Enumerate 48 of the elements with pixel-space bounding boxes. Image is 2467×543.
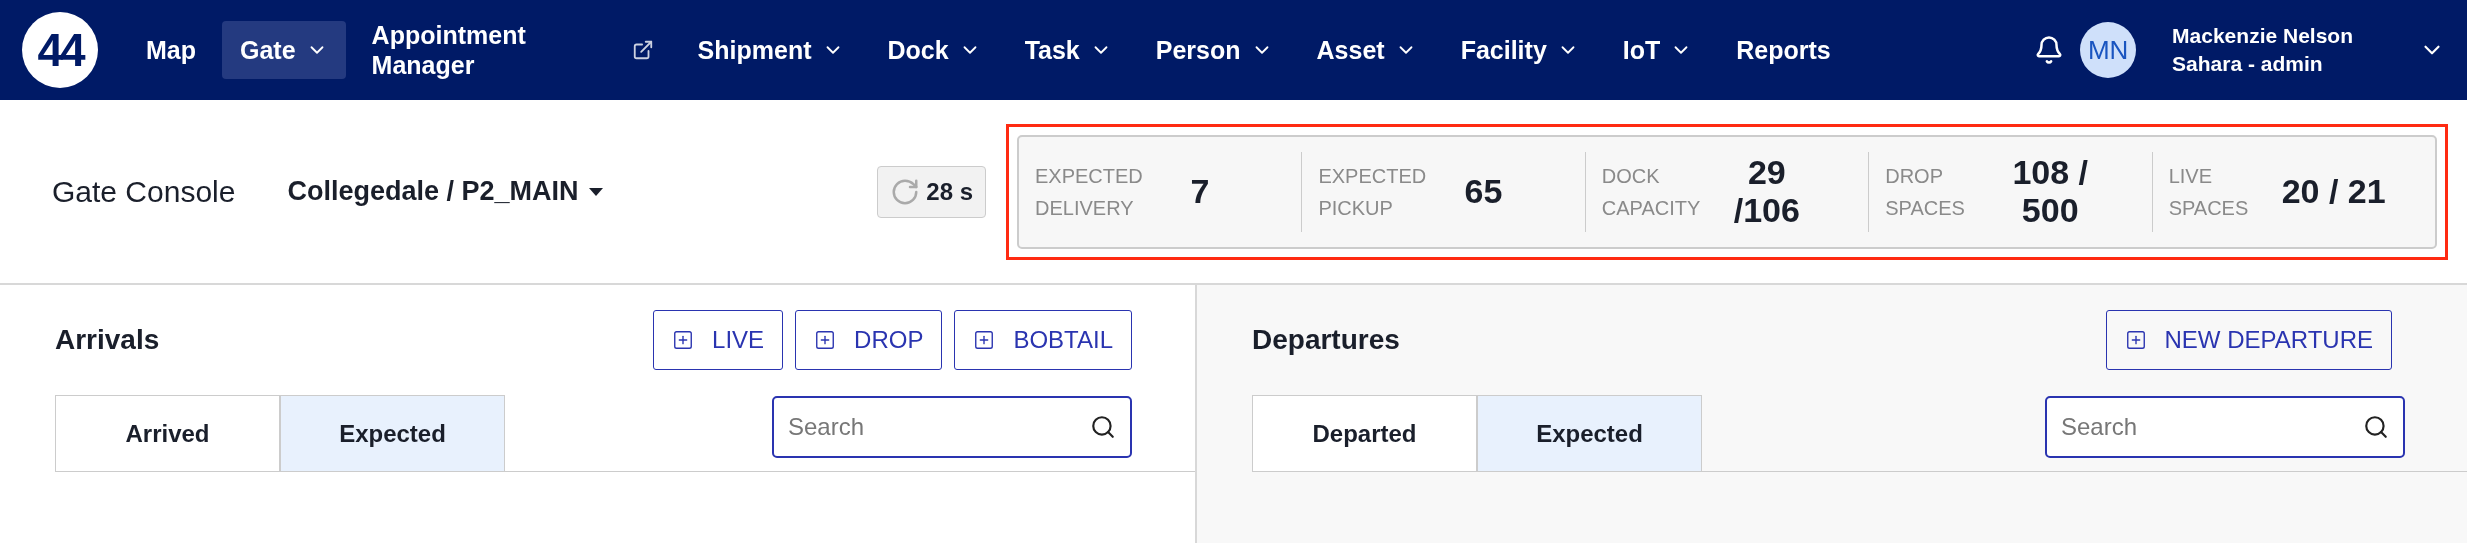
nav-item[interactable]: Gate [222, 21, 346, 79]
tab[interactable]: Expected [1477, 395, 1702, 471]
nav-item[interactable]: Facility [1442, 21, 1597, 79]
logo[interactable]: 44 [22, 12, 98, 88]
tab[interactable]: Expected [280, 395, 505, 471]
plus-icon [672, 329, 695, 351]
stat-value: 108 / 500 [2011, 154, 2090, 229]
stat-label: DOCK CAPACITY [1601, 163, 1702, 221]
tab[interactable]: Arrived [55, 395, 280, 471]
nav-item[interactable]: Task [1006, 21, 1130, 79]
nav-item[interactable]: Appointment Manager [353, 6, 672, 94]
plus-icon [2124, 329, 2147, 351]
plus-icon [814, 329, 837, 351]
facility-dropdown[interactable]: Collegedale / P2_MAIN [287, 176, 603, 207]
nav-item[interactable]: Asset [1298, 21, 1435, 79]
search-icon [2363, 414, 2389, 440]
stat-value: 20 / 21 [2280, 172, 2387, 211]
page-title: Gate Console [52, 174, 236, 209]
user-role: Sahara - admin [2172, 51, 2324, 77]
nav-item[interactable]: IoT [1604, 21, 1711, 79]
stat-label: EXPECTED PICKUP [1318, 163, 1428, 221]
stat-value: 29 /106 [1732, 154, 1801, 229]
plus-icon [973, 329, 996, 351]
stat-label: EXPECTED DELIVERY [1035, 163, 1144, 221]
search-icon [1090, 414, 1116, 440]
avatar[interactable]: MN [2080, 22, 2137, 78]
add-button[interactable]: BOBTAIL [954, 310, 1132, 370]
search-field[interactable]: Search [772, 396, 1132, 458]
tab[interactable]: Departed [1252, 395, 1477, 471]
nav-item[interactable]: Reports [1718, 21, 1849, 79]
panel-title: Arrivals [55, 324, 160, 356]
external-link-icon [631, 39, 654, 61]
stat-value: 7 [1189, 172, 1211, 211]
search-field[interactable]: Search [2045, 396, 2405, 458]
refresh-button[interactable]: 28 s [877, 165, 986, 218]
user-name: Mackenzie Nelson [2172, 22, 2353, 49]
add-button[interactable]: LIVE [653, 310, 784, 370]
stat-value: 65 [1463, 172, 1504, 211]
panel-title: Departures [1252, 324, 1400, 356]
add-button[interactable]: DROP [795, 310, 943, 370]
nav-item[interactable]: Dock [869, 21, 999, 79]
stat-label: LIVE SPACES [2168, 163, 2250, 221]
nav-item[interactable]: Person [1137, 21, 1291, 79]
caret-icon [588, 187, 603, 196]
nav-item[interactable]: Shipment [679, 21, 862, 79]
add-button[interactable]: NEW DEPARTURE [2105, 310, 2392, 370]
nav-item[interactable]: Map [128, 21, 214, 79]
stat-label: DROP SPACES [1885, 163, 1966, 221]
